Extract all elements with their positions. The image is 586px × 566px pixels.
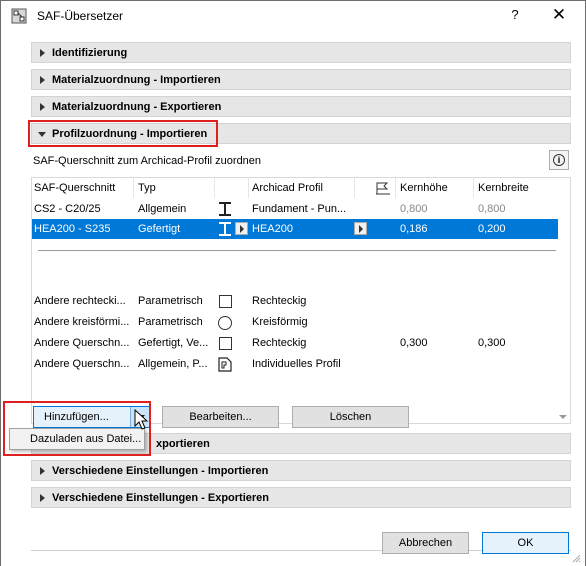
window-title: SAF-Übersetzer — [37, 9, 124, 23]
header-typ[interactable]: Typ — [138, 178, 156, 198]
collapse-arrow-icon — [38, 132, 46, 137]
cell-typ: Parametrisch — [138, 316, 203, 328]
add-button-label[interactable]: Hinzufügen... — [44, 407, 109, 427]
cell-typ: Parametrisch — [138, 295, 203, 307]
cell-typ: Gefertigt, Ve... — [138, 337, 209, 349]
section-label: Verschiedene Einstellungen - Importieren — [52, 465, 269, 477]
column-separator — [133, 178, 134, 198]
i-beam-icon — [219, 202, 231, 216]
profile-select-button[interactable] — [354, 222, 367, 235]
column-separator — [395, 178, 396, 198]
expand-arrow-icon — [40, 49, 45, 57]
add-dropdown-menu: Dazuladen aus Datei... — [9, 428, 145, 450]
cell-kernbreite: 0,200 — [478, 223, 506, 235]
profile-mapping-table: SAF-Querschnitt Typ Archicad Profil Kern… — [31, 177, 571, 424]
expand-arrow-icon — [40, 467, 45, 475]
section-label: Materialzuordnung - Exportieren — [52, 101, 222, 113]
section-label: Verschiedene Einstellungen - Exportieren — [52, 492, 270, 504]
app-icon — [11, 8, 27, 24]
cell-archicad-profil: Rechteckig — [252, 295, 307, 307]
cell-saf: HEA200 - S235 — [34, 223, 111, 235]
cell-archicad-profil: HEA200 — [252, 223, 293, 235]
cell-saf: Andere Querschn... — [34, 358, 130, 370]
header-archicad-profil[interactable]: Archicad Profil — [252, 178, 323, 198]
cell-archicad-profil: Rechteckig — [252, 337, 307, 349]
column-separator — [354, 178, 355, 198]
column-separator — [248, 178, 249, 198]
resize-grip-icon[interactable] — [571, 553, 581, 563]
scroll-down-icon[interactable] — [559, 415, 567, 419]
header-kernhoehe[interactable]: Kernhöhe — [400, 178, 448, 198]
section-identifizierung[interactable]: Identifizierung — [31, 42, 571, 63]
expand-arrow-icon — [40, 76, 45, 84]
delete-button[interactable]: Löschen — [292, 406, 409, 428]
menu-item-load-from-file[interactable]: Dazuladen aus Datei... — [30, 433, 141, 445]
section-label: xportieren — [156, 438, 210, 450]
section-material-export[interactable]: Materialzuordnung - Exportieren — [31, 96, 571, 117]
section-label: Identifizierung — [52, 47, 128, 59]
help-button[interactable]: ? — [505, 7, 525, 22]
cell-saf: Andere kreisförmi... — [34, 316, 130, 328]
mouse-cursor-icon — [134, 409, 149, 430]
table-row[interactable]: Andere Querschn... Allgemein, P... Indiv… — [32, 354, 558, 374]
title-bar: SAF-Übersetzer ? ✕ — [1, 1, 585, 31]
cell-typ: Allgemein, P... — [138, 358, 208, 370]
cell-kernbreite: 0,300 — [478, 337, 506, 349]
cell-kernhoehe: 0,186 — [400, 223, 428, 235]
expand-arrow-icon — [40, 494, 45, 502]
profile-flag-icon — [376, 182, 390, 195]
section-label: Profilzuordnung - Importieren — [52, 128, 208, 140]
custom-profile-icon — [218, 357, 232, 372]
cell-saf: CS2 - C20/25 — [34, 203, 101, 215]
section-label: Materialzuordnung - Importieren — [52, 74, 221, 86]
ok-button[interactable]: OK — [482, 532, 569, 554]
cell-archicad-profil: Kreisförmig — [252, 316, 308, 328]
table-divider — [38, 250, 556, 251]
table-row[interactable]: Andere kreisförmi... Parametrisch Kreisf… — [32, 312, 558, 332]
cell-typ: Allgemein — [138, 203, 187, 215]
expand-arrow-icon — [40, 103, 45, 111]
cancel-button[interactable]: Abbrechen — [382, 532, 469, 554]
cell-kernhoehe: 0,300 — [400, 337, 428, 349]
rectangle-icon — [219, 337, 232, 350]
info-button[interactable]: i — [549, 150, 569, 170]
header-saf-querschnitt[interactable]: SAF-Querschnitt — [34, 178, 115, 198]
circle-icon — [218, 316, 232, 330]
header-kernbreite[interactable]: Kernbreite — [478, 178, 529, 198]
cell-typ: Gefertigt — [138, 223, 181, 235]
cell-saf: Andere rechtecki... — [34, 295, 126, 307]
section-misc-export[interactable]: Verschiedene Einstellungen - Exportieren — [31, 487, 571, 508]
cell-kernbreite: 0,800 — [478, 203, 506, 215]
section-misc-import[interactable]: Verschiedene Einstellungen - Importieren — [31, 460, 571, 481]
table-row[interactable]: CS2 - C20/25 Allgemein Fundament - Pun..… — [32, 199, 558, 219]
table-row[interactable]: Andere rechtecki... Parametrisch Rechtec… — [32, 291, 558, 311]
rectangle-icon — [219, 295, 232, 308]
close-button[interactable]: ✕ — [547, 5, 571, 25]
cell-saf: Andere Querschn... — [34, 337, 130, 349]
info-icon: i — [553, 154, 565, 166]
dialog-content: Identifizierung Materialzuordnung - Impo… — [1, 31, 585, 566]
column-separator — [214, 178, 215, 198]
cell-kernhoehe: 0,800 — [400, 203, 428, 215]
edit-button[interactable]: Bearbeiten... — [162, 406, 279, 428]
cell-archicad-profil: Fundament - Pun... — [252, 203, 347, 215]
table-row[interactable]: Andere Querschn... Gefertigt, Ve... Rech… — [32, 333, 558, 353]
i-beam-icon — [219, 222, 231, 236]
panel-description: SAF-Querschnitt zum Archicad-Profil zuor… — [33, 155, 262, 167]
table-row-selected[interactable]: HEA200 - S235 Gefertigt HEA200 0,186 0,2… — [32, 219, 558, 239]
section-profil-import[interactable]: Profilzuordnung - Importieren — [31, 123, 571, 144]
column-separator — [473, 178, 474, 198]
cell-archicad-profil: Individuelles Profil — [252, 358, 341, 370]
type-select-button[interactable] — [235, 222, 248, 235]
section-material-import[interactable]: Materialzuordnung - Importieren — [31, 69, 571, 90]
saf-translator-dialog: SAF-Übersetzer ? ✕ Identifizierung Mater… — [0, 0, 586, 566]
